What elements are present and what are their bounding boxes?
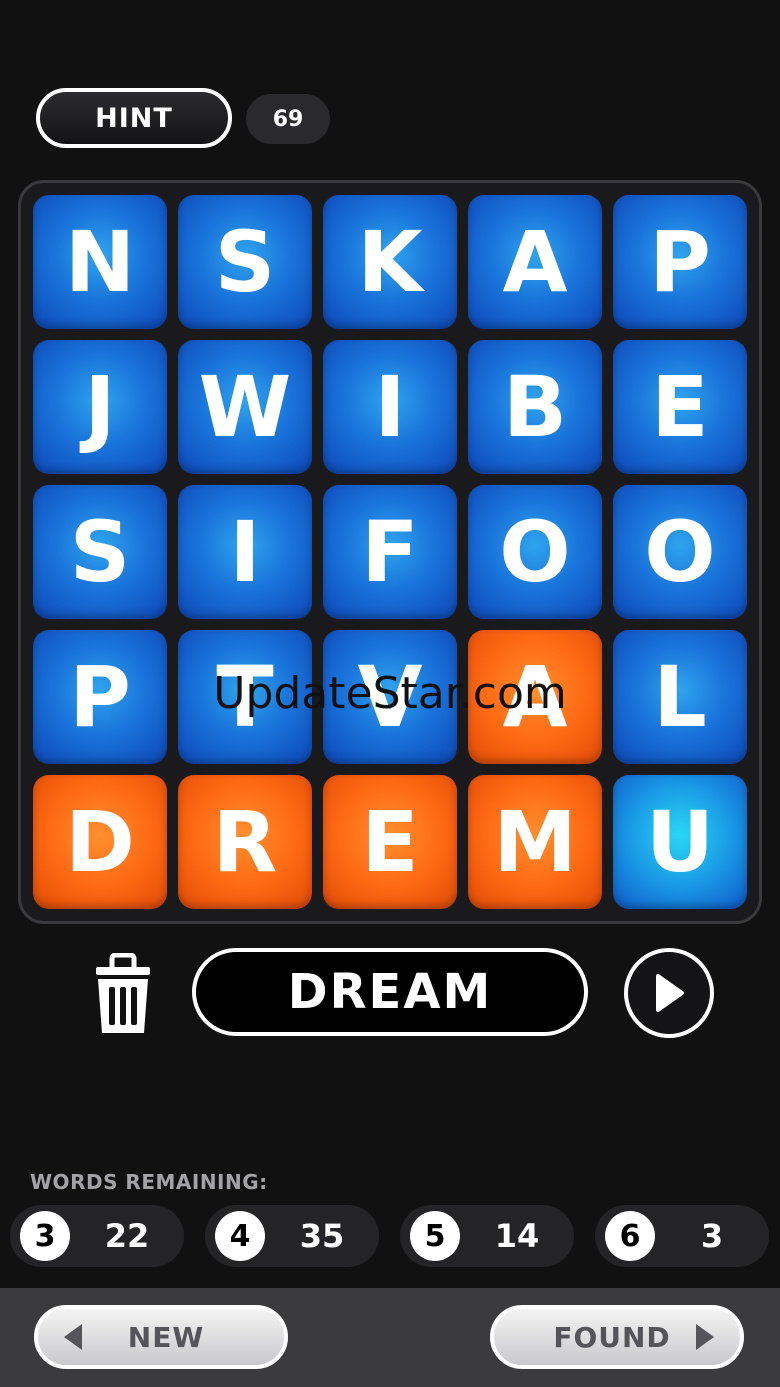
letter-tile[interactable]: D <box>33 775 167 909</box>
letter-tile[interactable]: U <box>613 775 747 909</box>
hint-button[interactable]: HINT <box>36 88 232 148</box>
submit-word-button[interactable] <box>624 948 714 1038</box>
word-length-badge: 4 <box>215 1211 265 1261</box>
current-word-display: DREAM <box>192 948 588 1036</box>
word-count-value: 22 <box>104 1217 150 1255</box>
found-button-label: FOUND <box>553 1320 671 1354</box>
letter-tile[interactable]: B <box>468 340 602 474</box>
word-count-value: 35 <box>299 1217 345 1255</box>
arrow-right-icon <box>696 1324 714 1350</box>
word-count-value: 14 <box>494 1217 540 1255</box>
letter-tile[interactable]: M <box>468 775 602 909</box>
play-icon <box>656 974 684 1012</box>
letter-tile[interactable]: I <box>178 485 312 619</box>
letter-tile[interactable]: T <box>178 630 312 764</box>
found-words-button[interactable]: FOUND <box>490 1305 744 1369</box>
arrow-left-icon <box>64 1324 82 1350</box>
letter-tile[interactable]: O <box>613 485 747 619</box>
letter-tile[interactable]: E <box>323 775 457 909</box>
word-count-3-letter: 3 22 <box>10 1205 184 1267</box>
letter-tile[interactable]: N <box>33 195 167 329</box>
letter-tile[interactable]: F <box>323 485 457 619</box>
letter-tile[interactable]: S <box>33 485 167 619</box>
letter-tile[interactable]: P <box>33 630 167 764</box>
letter-tile[interactable]: O <box>468 485 602 619</box>
word-length-badge: 5 <box>410 1211 460 1261</box>
word-length-badge: 3 <box>20 1211 70 1261</box>
letter-tile[interactable]: S <box>178 195 312 329</box>
word-count-5-letter: 5 14 <box>400 1205 574 1267</box>
letter-tile[interactable]: R <box>178 775 312 909</box>
letter-tile[interactable]: J <box>33 340 167 474</box>
letter-tile[interactable]: W <box>178 340 312 474</box>
hint-count-badge: 69 <box>246 94 330 144</box>
word-length-badge: 6 <box>605 1211 655 1261</box>
letter-tile[interactable]: L <box>613 630 747 764</box>
letter-tile[interactable]: A <box>468 630 602 764</box>
new-button-label: NEW <box>127 1320 205 1354</box>
letter-tile[interactable]: I <box>323 340 457 474</box>
word-count-4-letter: 4 35 <box>205 1205 379 1267</box>
new-game-button[interactable]: NEW <box>34 1305 288 1369</box>
letter-tile[interactable]: E <box>613 340 747 474</box>
letter-tile[interactable]: A <box>468 195 602 329</box>
words-remaining-label: WORDS REMAINING: <box>30 1170 268 1194</box>
trash-icon[interactable] <box>92 953 154 1035</box>
letter-tile[interactable]: K <box>323 195 457 329</box>
letter-tile[interactable]: P <box>613 195 747 329</box>
word-count-6-letter: 6 3 <box>595 1205 769 1267</box>
letter-tile[interactable]: V <box>323 630 457 764</box>
word-count-value: 3 <box>700 1217 724 1255</box>
